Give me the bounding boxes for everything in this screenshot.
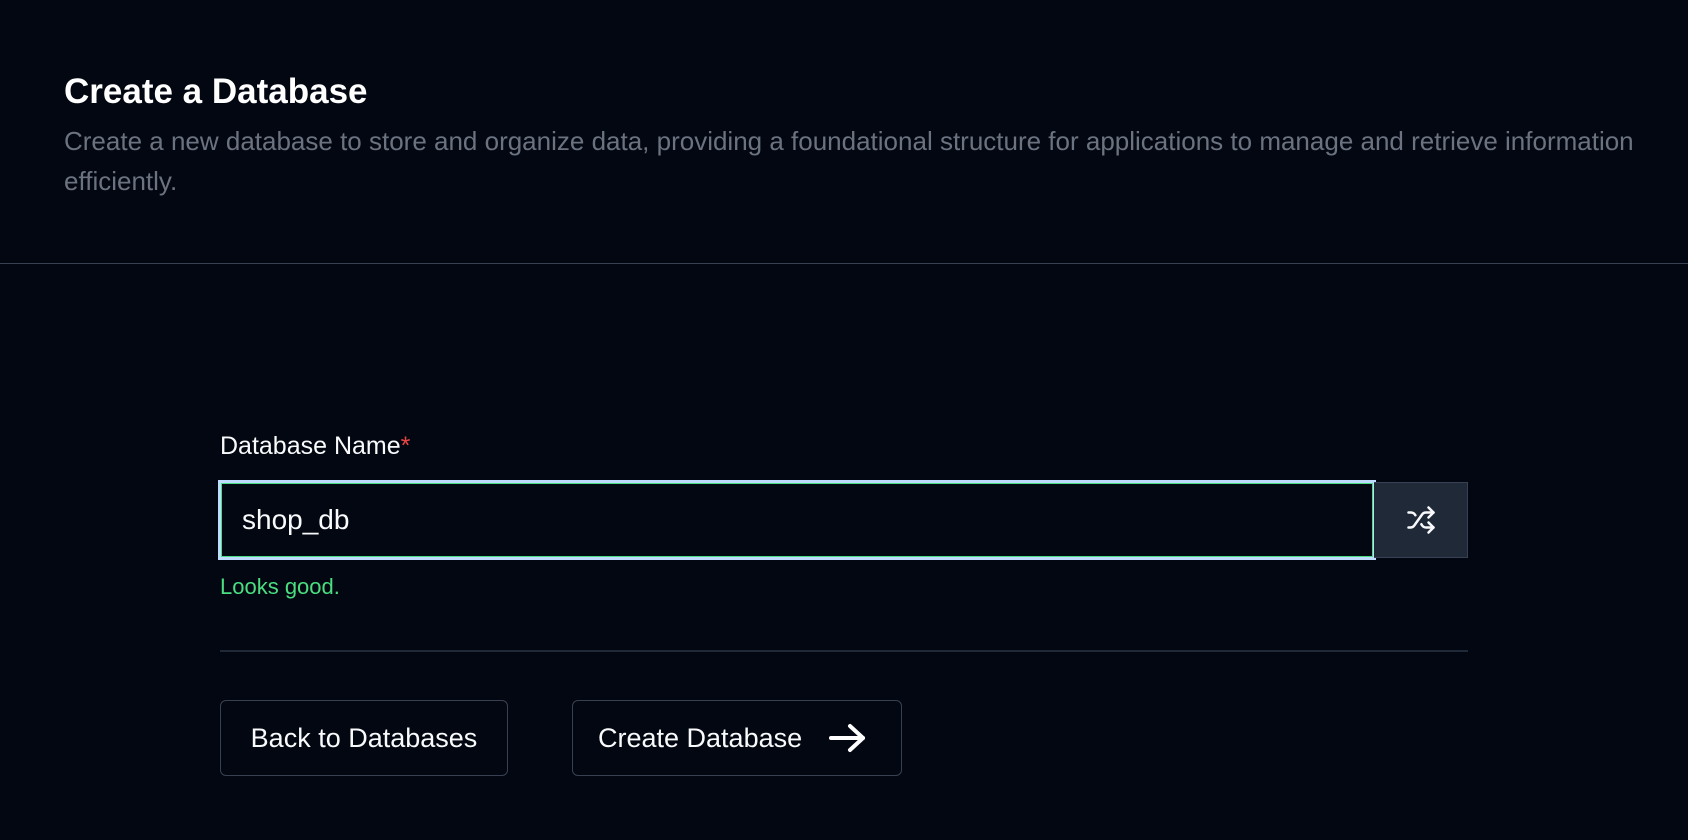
back-to-databases-button[interactable]: Back to Databases [220,700,508,776]
form-divider [220,650,1468,652]
database-name-label-text: Database Name [220,432,401,460]
validation-message: Looks good. [220,574,340,599]
back-button-label: Back to Databases [250,722,478,753]
page-header: Create a Database Create a new database … [0,0,1688,264]
create-database-button[interactable]: Create Database [572,700,902,776]
database-name-input[interactable] [218,480,1376,560]
database-name-label: Database Name* [220,428,1468,464]
create-database-page: Create a Database Create a new database … [0,0,1688,840]
create-button-label: Create Database [598,722,803,753]
shuffle-icon [1406,505,1436,535]
random-name-button[interactable] [1374,482,1468,558]
arrow-right-icon [828,722,868,754]
required-indicator: * [400,432,411,460]
page-description: Create a new database to store and organ… [64,126,1634,196]
create-database-form: Database Name* Looks good. Back to Datab [218,428,1468,776]
database-name-input-group [218,480,1468,560]
page-title: Create a Database [64,72,368,111]
